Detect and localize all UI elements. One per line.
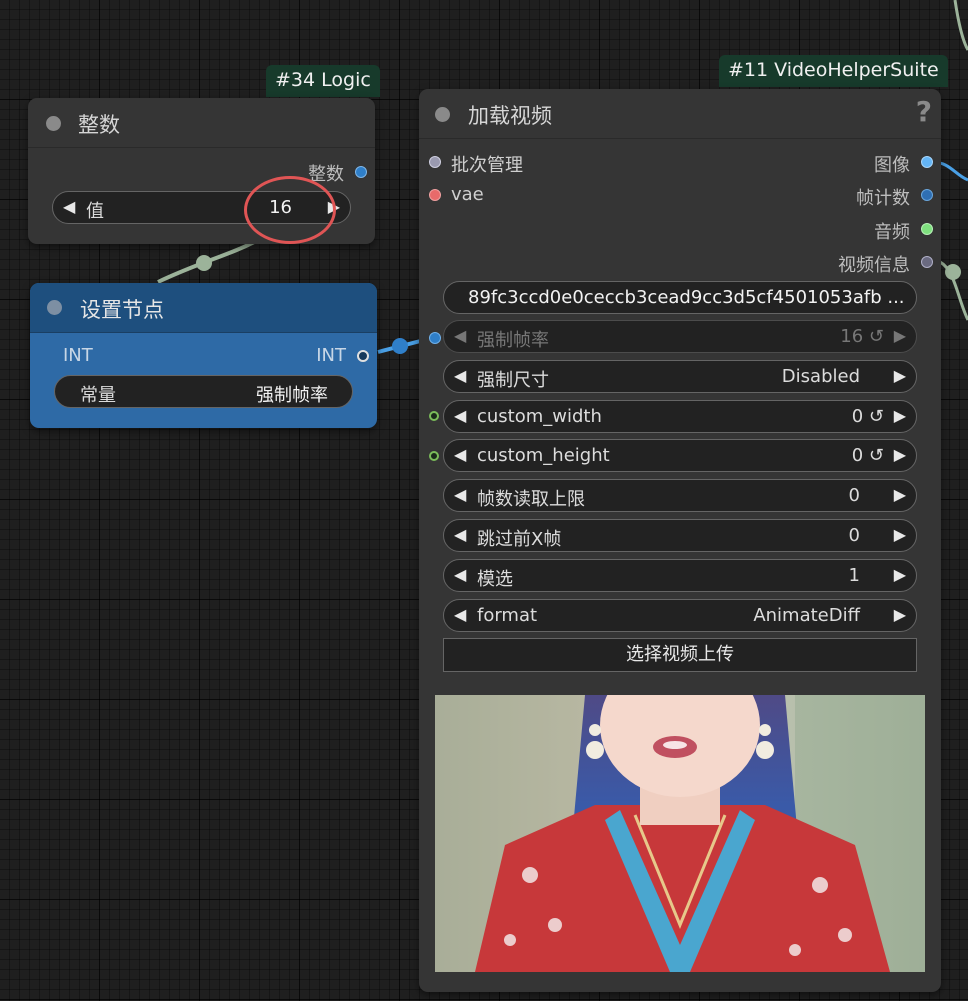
widget-name: custom_height [477,445,610,466]
output-label-image: 图像 [874,155,910,176]
decrement-arrow-icon[interactable]: ◀ [454,326,466,345]
node-header[interactable]: 设置节点 [30,283,377,333]
increment-arrow-icon[interactable]: ▶ [894,366,906,385]
output-slot-audio[interactable] [921,223,933,235]
widget-value[interactable]: 强制帧率 [256,381,328,407]
constant-widget[interactable]: 常量 强制帧率 [54,375,353,408]
force-frame-rate-widget[interactable]: ◀ 强制帧率 16 ↺ ▶ [443,320,917,353]
input-slot-batch-manager[interactable] [429,156,441,168]
node-title: 加载视频 [468,104,552,128]
decrement-arrow-icon[interactable]: ◀ [454,445,466,464]
decrement-arrow-icon[interactable]: ◀ [63,197,75,216]
node-header[interactable]: 整数 [28,98,375,148]
output-slot-int[interactable] [355,166,367,178]
widget-input-slot-frame-rate[interactable] [429,332,441,344]
widget-name: format [477,605,538,626]
link-midpoint-blue [392,338,408,354]
decrement-arrow-icon[interactable]: ◀ [454,605,466,624]
widget-name: 跳过前X帧 [477,529,562,550]
widget-input-slot-custom-height[interactable] [429,451,439,461]
node-title: 整数 [78,113,120,137]
widget-name: 帧数读取上限 [477,489,585,510]
widget-input-slot-custom-width[interactable] [429,411,439,421]
node-tag-logic: #34 Logic [266,65,380,97]
force-size-widget[interactable]: ◀ 强制尺寸 Disabled ▶ [443,360,917,393]
link-midpoint [196,255,212,271]
highlight-circle [244,176,336,244]
widget-value[interactable]: 16 ↺ [840,326,884,347]
increment-arrow-icon[interactable]: ▶ [894,485,906,504]
widget-value[interactable]: 0 ↺ [852,445,884,466]
increment-arrow-icon[interactable]: ▶ [894,565,906,584]
skip-first-frames-widget[interactable]: ◀ 跳过前X帧 0 ▶ [443,519,917,552]
widget-name: 值 [86,201,104,222]
input-label-vae: vae [451,184,484,205]
custom-width-widget[interactable]: ◀ custom_width 0 ↺ ▶ [443,400,917,433]
collapse-dot-icon[interactable] [46,116,61,131]
upload-video-button[interactable]: 选择视频上传 [443,638,917,672]
output-label-frame-count: 帧计数 [856,188,910,209]
custom-height-widget[interactable]: ◀ custom_height 0 ↺ ▶ [443,439,917,472]
reset-icon[interactable]: ↺ [869,445,884,466]
input-slot-vae[interactable] [429,189,441,201]
widget-value[interactable]: 1 [849,565,860,586]
widget-value[interactable]: 0 ↺ [852,406,884,427]
reset-icon[interactable]: ↺ [869,406,884,427]
collapse-dot-icon[interactable] [47,300,62,315]
output-slot-frame-count[interactable] [921,189,933,201]
select-every-nth-widget[interactable]: ◀ 模选 1 ▶ [443,559,917,592]
video-preview[interactable] [435,695,925,972]
widget-name: 强制帧率 [477,330,549,351]
format-widget[interactable]: ◀ format AnimateDiff ▶ [443,599,917,632]
collapse-dot-icon[interactable] [435,107,450,122]
widget-name: 强制尺寸 [477,370,549,391]
node-title: 设置节点 [80,298,164,322]
input-type-label: INT [63,345,93,366]
increment-arrow-icon[interactable]: ▶ [894,605,906,624]
link-midpoint-info [945,264,961,280]
increment-arrow-icon[interactable]: ▶ [894,406,906,425]
increment-arrow-icon[interactable]: ▶ [894,326,906,345]
widget-value[interactable]: 0 [849,485,860,506]
node-header[interactable]: 加载视频 ? [419,89,941,139]
widget-name: 模选 [477,569,513,590]
output-slot-int[interactable] [357,350,369,362]
increment-arrow-icon[interactable]: ▶ [894,445,906,464]
widget-value[interactable]: Disabled [782,366,860,387]
load-video-node[interactable]: 加载视频 ? 批次管理 vae 图像 帧计数 音频 视频信息 89fc3ccd0… [419,89,941,992]
decrement-arrow-icon[interactable]: ◀ [454,366,466,385]
widget-name: 常量 [80,385,116,406]
output-label-video-info: 视频信息 [838,255,910,276]
output-type-label: INT [316,345,346,366]
widget-name: custom_width [477,406,602,427]
video-file-select[interactable]: 89fc3ccd0e0ceccb3cead9cc3d5cf4501053afb … [443,281,917,314]
output-label-audio: 音频 [874,222,910,243]
decrement-arrow-icon[interactable]: ◀ [454,565,466,584]
decrement-arrow-icon[interactable]: ◀ [454,406,466,425]
set-node[interactable]: 设置节点 INT INT 常量 强制帧率 [30,283,377,428]
output-slot-video-info[interactable] [921,256,933,268]
input-label-batch-manager: 批次管理 [451,155,523,176]
frame-load-cap-widget[interactable]: ◀ 帧数读取上限 0 ▶ [443,479,917,512]
help-icon[interactable]: ? [916,95,932,128]
top-link [953,0,968,51]
reset-icon[interactable]: ↺ [869,326,884,347]
increment-arrow-icon[interactable]: ▶ [894,525,906,544]
upload-button-label: 选择视频上传 [626,644,734,665]
video-file-value: 89fc3ccd0e0ceccb3cead9cc3d5cf4501053afb … [468,287,905,308]
output-slot-image[interactable] [921,156,933,168]
video-preview-frame [435,695,925,972]
decrement-arrow-icon[interactable]: ◀ [454,525,466,544]
decrement-arrow-icon[interactable]: ◀ [454,485,466,504]
widget-value[interactable]: 0 [849,525,860,546]
node-tag-videohelpersuite: #11 VideoHelperSuite [719,55,948,87]
widget-value[interactable]: AnimateDiff [753,605,860,626]
